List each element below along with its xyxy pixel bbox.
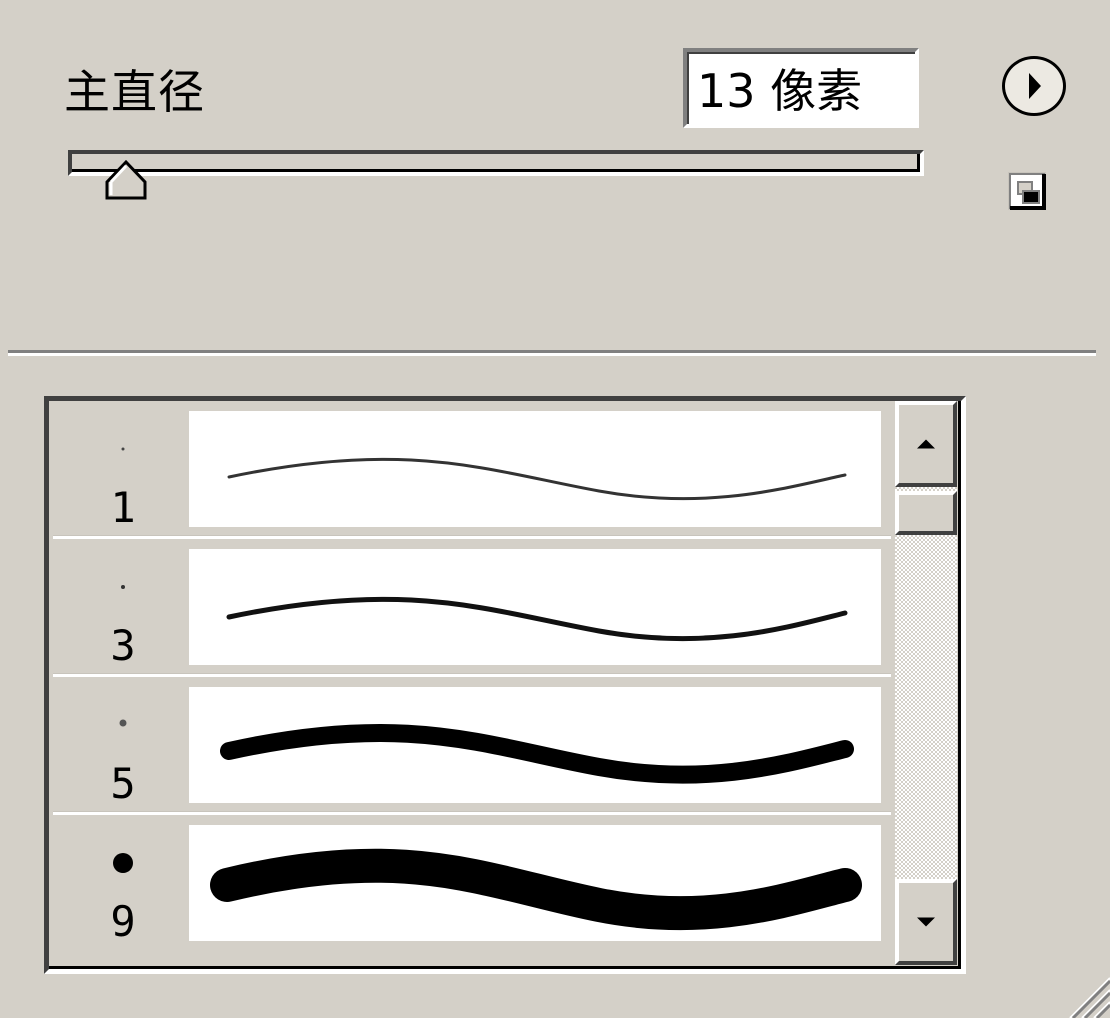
brush-row[interactable]: 3 xyxy=(53,543,891,669)
brush-tip-icon xyxy=(121,585,125,589)
resize-grip-icon[interactable] xyxy=(1060,968,1110,1018)
new-preset-icon[interactable] xyxy=(1006,170,1048,212)
diameter-slider-track[interactable] xyxy=(68,150,924,176)
brush-tip-icon xyxy=(119,719,127,727)
brush-row[interactable]: 5 xyxy=(53,681,891,807)
diameter-slider-thumb[interactable] xyxy=(103,158,149,202)
brush-preset-list[interactable]: 1 3 5 9 xyxy=(44,396,966,974)
triangle-down-icon xyxy=(917,917,935,927)
play-arrow-icon xyxy=(1029,73,1041,99)
triangle-up-icon xyxy=(917,439,935,449)
scroll-up-button[interactable] xyxy=(895,401,957,487)
scroll-down-button[interactable] xyxy=(895,879,957,965)
brush-stroke-preview xyxy=(189,549,881,665)
brush-row[interactable]: 1 xyxy=(53,405,891,531)
panel-menu-button[interactable] xyxy=(1002,56,1066,116)
section-divider xyxy=(8,350,1096,356)
brush-tip-icon xyxy=(113,853,133,873)
brush-size-label: 1 xyxy=(110,483,136,532)
brush-stroke-preview xyxy=(189,411,881,527)
master-diameter-label: 主直径 xyxy=(64,65,205,119)
brush-tip-icon xyxy=(121,447,125,451)
brush-row[interactable]: 9 xyxy=(53,819,891,945)
brush-stroke-preview xyxy=(189,825,881,941)
brush-size-label: 3 xyxy=(110,621,136,670)
scroll-thumb[interactable] xyxy=(895,491,957,535)
brush-size-label: 5 xyxy=(110,759,136,808)
diameter-input[interactable] xyxy=(687,52,915,124)
diameter-input-field[interactable] xyxy=(683,48,919,128)
brush-stroke-preview xyxy=(189,687,881,803)
brush-size-label: 9 xyxy=(110,897,136,946)
brush-list-scrollbar[interactable] xyxy=(895,401,957,965)
